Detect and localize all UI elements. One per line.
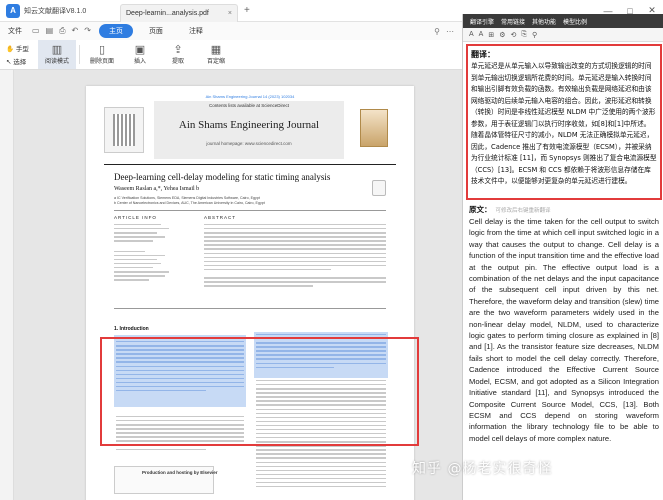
toolbar: ✋ 手型 ↖ 选择 ▥ 阅读模式 ▯ 删除页面 ▣ 插入 ⇪ 提取 ▦ 百定缩 — [0, 40, 462, 70]
document-viewer[interactable]: Ain Shams Engineering Journal 14 (2023) … — [14, 70, 462, 500]
translation-panel: 翻译引擎 常用链接 其他功能 模型比例 A A ⊞ ⚙ ⟲ ⎘ ⚲ 翻译： 单元… — [462, 14, 663, 500]
tab-other-functions[interactable]: 其他功能 — [532, 17, 556, 26]
ribbon-tabs: 主页 页面 注释 — [98, 24, 219, 38]
delete-page-label: 删除页面 — [89, 59, 114, 65]
mode-group: ✋ 手型 ↖ 选择 — [0, 40, 38, 69]
original-hint: 可修改后右键重新翻译 — [495, 208, 551, 214]
add-tab-icon[interactable]: + — [244, 5, 250, 16]
abstract-heading: ABSTRACT — [204, 215, 237, 220]
insert-icon: ▣ — [134, 44, 146, 56]
original-header: 原文： 可修改后右键重新翻译 — [469, 204, 659, 215]
info-divider — [114, 210, 386, 211]
journal-banner: Contents lists available at ScienceDirec… — [154, 101, 344, 159]
quick-tools: ▭ ▤ ⎙ ↶ ↷ — [32, 26, 91, 36]
read-mode-label: 阅读模式 — [44, 59, 69, 65]
undo-icon[interactable]: ↶ — [72, 26, 79, 36]
hand-tool[interactable]: ✋ 手型 — [6, 43, 38, 53]
zoom-icon: ▦ — [210, 44, 222, 56]
tab-model-ratio[interactable]: 模型比例 — [563, 17, 587, 26]
article-info-text — [114, 224, 192, 283]
delete-page-icon: ▯ — [98, 44, 106, 56]
menu-file[interactable]: 文件 — [8, 26, 22, 36]
watermark: 知乎 @杨老实很奇怪 — [412, 461, 553, 477]
footer-text: Production and hosting by Elsevier — [142, 470, 218, 475]
save-icon[interactable]: ▤ — [46, 26, 54, 36]
hand-tool-label: 手型 — [15, 46, 29, 53]
redo-icon[interactable]: ↷ — [84, 26, 91, 36]
zoom-label: 百定缩 — [206, 59, 225, 65]
paper-affiliations: a IC Verification Solutions, Siemens EDA… — [114, 196, 374, 205]
settings-icon[interactable]: ⚙ — [499, 31, 505, 39]
paper-title: Deep-learning cell-delay modeling for st… — [114, 172, 331, 182]
select-tool[interactable]: ↖ 选择 — [6, 56, 38, 66]
introduction-heading: 1. Introduction — [114, 326, 149, 332]
abstract-divider — [114, 308, 386, 309]
menu-right-tools: ⚲ ⋯ — [434, 27, 454, 36]
original-text[interactable]: Cell delay is the time taken for the cel… — [469, 216, 659, 444]
journal-title: Ain Shams Engineering Journal — [178, 119, 320, 131]
translation-tools: A A ⊞ ⚙ ⟲ ⎘ ⚲ — [463, 28, 663, 42]
insert-button[interactable]: ▣ 插入 — [121, 40, 159, 69]
tab-annotate[interactable]: 注释 — [179, 24, 213, 38]
tab-translation-engine[interactable]: 翻译引擎 — [470, 17, 494, 26]
journal-citation: Ain Shams Engineering Journal 14 (2023) … — [205, 94, 295, 99]
journal-homepage: journal homepage: www.sciencedirect.com — [206, 141, 292, 146]
article-info-heading: ARTICLE INFO — [114, 215, 157, 220]
translation-panel-tabs: 翻译引擎 常用链接 其他功能 模型比例 — [463, 14, 663, 28]
tab-page[interactable]: 页面 — [139, 24, 173, 38]
translation-label: 翻译： — [471, 50, 495, 59]
toolbar-divider — [79, 45, 80, 64]
tab-common-links[interactable]: 常用链接 — [501, 17, 525, 26]
left-sidebar-strip — [0, 70, 14, 500]
original-label: 原文： — [469, 205, 492, 214]
menu-bar: 文件 ▭ ▤ ⎙ ↶ ↷ 主页 页面 注释 ⚲ ⋯ — [0, 22, 462, 40]
app-title: 知云文献翻译V8.1.0 — [24, 7, 87, 15]
tab-home[interactable]: 主页 — [98, 24, 133, 38]
header-divider — [104, 164, 396, 165]
font-increase-icon[interactable]: A — [469, 31, 474, 38]
abstract-text — [204, 224, 386, 290]
layout-icon[interactable]: ⊞ — [488, 31, 494, 39]
more-icon[interactable]: ⋯ — [446, 27, 454, 36]
refresh-icon[interactable]: ⟲ — [511, 31, 517, 39]
check-for-updates-badge[interactable] — [372, 180, 386, 196]
selection-red-box — [100, 337, 419, 446]
search-icon[interactable]: ⚲ — [434, 27, 440, 36]
delete-page-button[interactable]: ▯ 删除页面 — [83, 40, 121, 69]
affiliation-2: b Center of Nanoelectronics and Devices,… — [114, 200, 265, 205]
copy-icon[interactable]: ⎘ — [521, 31, 527, 39]
journal-header: Contents lists available at ScienceDirec… — [104, 101, 396, 161]
extract-label: 提取 — [171, 59, 184, 65]
font-decrease-icon[interactable]: A — [479, 31, 484, 38]
zoom-button[interactable]: ▦ 百定缩 — [197, 40, 235, 69]
extract-button[interactable]: ⇪ 提取 — [159, 40, 197, 69]
book-icon: ▥ — [51, 44, 63, 56]
search-icon[interactable]: ⚲ — [532, 31, 537, 39]
close-tab-icon[interactable]: × — [228, 10, 232, 17]
contents-line: Contents lists available at ScienceDirec… — [208, 103, 290, 108]
read-mode-button[interactable]: ▥ 阅读模式 — [38, 40, 76, 69]
open-icon[interactable]: ▭ — [32, 26, 40, 36]
extract-icon: ⇪ — [173, 44, 183, 56]
translation-text[interactable]: 单元延迟是从单元输入以导致输出改变的方式切换逻辑的时间到单元输出切换逻辑所花费的… — [471, 61, 657, 188]
app-logo-icon: A — [6, 3, 20, 18]
elsevier-logo — [104, 107, 144, 153]
paper-authors: Waseem Raslan a,*, Yehea Ismail b — [114, 186, 200, 192]
insert-label: 插入 — [133, 59, 146, 65]
print-icon[interactable]: ⎙ — [59, 26, 65, 36]
select-tool-label: 选择 — [13, 59, 27, 66]
document-tab-label: Deep-learnin...analysis.pdf — [126, 9, 209, 17]
document-tab[interactable]: Deep-learnin...analysis.pdf × — [120, 3, 238, 22]
journal-cover-image — [350, 105, 396, 155]
translation-box: 翻译： 单元延迟是从单元输入以导致输出改变的方式切换逻辑的时间到单元输出切换逻辑… — [466, 44, 662, 200]
